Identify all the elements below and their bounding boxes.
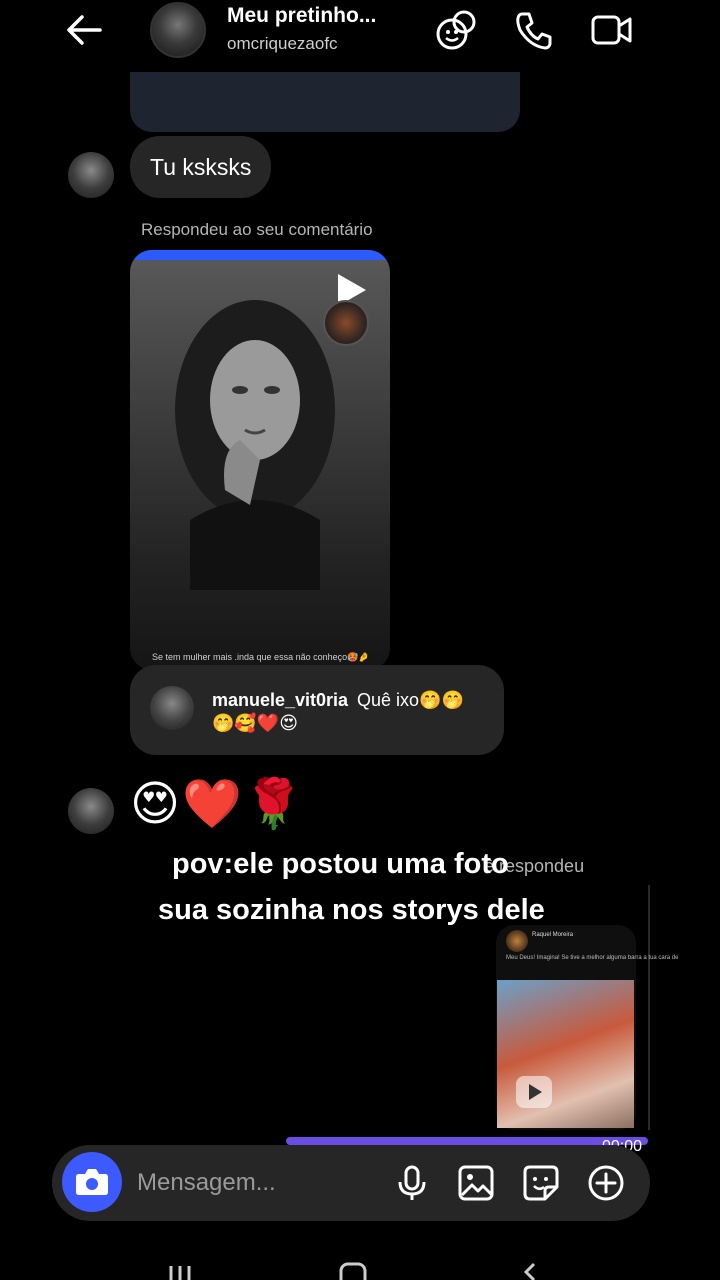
comment-text: Quê ixo🤭🤭 bbox=[357, 690, 464, 710]
story-caption: Se tem mulher mais .inda que essa não co… bbox=[152, 652, 370, 662]
add-icon[interactable] bbox=[586, 1163, 626, 1203]
story-photo bbox=[170, 290, 340, 590]
gallery-icon[interactable] bbox=[456, 1163, 496, 1203]
message-bubble[interactable]: Tu ksksks bbox=[130, 136, 272, 198]
home-icon[interactable] bbox=[338, 1258, 368, 1280]
audio-progress-bar[interactable] bbox=[286, 1137, 648, 1145]
camera-button[interactable] bbox=[62, 1152, 122, 1212]
divider bbox=[648, 885, 650, 1130]
contact-name[interactable]: Meu pretinho... bbox=[227, 4, 376, 28]
comment-text-line2: 🤭🥰❤️😍 bbox=[212, 713, 299, 733]
phone-icon[interactable] bbox=[512, 8, 556, 52]
story-author-avatar[interactable] bbox=[323, 300, 369, 346]
story-topbar bbox=[130, 250, 390, 260]
effects-icon[interactable] bbox=[434, 8, 478, 52]
microphone-icon[interactable] bbox=[392, 1163, 432, 1203]
sticker-icon[interactable] bbox=[521, 1163, 561, 1203]
overlay-caption-line2: sua sozinha nos storys dele bbox=[158, 894, 545, 926]
replied-story-text: Meu Deus! Imagina! Se tive a melhor algu… bbox=[506, 955, 679, 961]
overlay-caption-line1: pov:ele postou uma foto bbox=[172, 848, 509, 880]
reply-note: Respondeu ao seu comentário bbox=[141, 220, 373, 239]
emoji-message[interactable]: 😍❤️🌹 bbox=[130, 775, 306, 835]
message-input[interactable]: Mensagem... bbox=[137, 1169, 276, 1197]
replied-story-avatar bbox=[506, 930, 528, 952]
back-nav-icon[interactable] bbox=[514, 1258, 544, 1280]
comment-username: manuele_vit0ria bbox=[212, 690, 349, 710]
commenter-avatar bbox=[150, 686, 194, 730]
contact-avatar[interactable] bbox=[150, 2, 206, 58]
sender-avatar[interactable] bbox=[68, 788, 114, 834]
sender-avatar[interactable] bbox=[68, 152, 114, 198]
contact-username[interactable]: omcriquezaofc bbox=[227, 34, 338, 54]
play-icon[interactable] bbox=[516, 1076, 552, 1108]
camera-icon bbox=[76, 1169, 108, 1195]
recent-apps-icon[interactable] bbox=[165, 1258, 195, 1280]
video-icon[interactable] bbox=[590, 8, 634, 52]
back-arrow-icon[interactable] bbox=[60, 8, 110, 52]
chat-header: Meu pretinho... omcriquezaofc bbox=[0, 0, 720, 70]
previous-message-bubble[interactable] bbox=[130, 72, 520, 132]
replied-story-name: Raquel Moreira bbox=[532, 932, 574, 938]
